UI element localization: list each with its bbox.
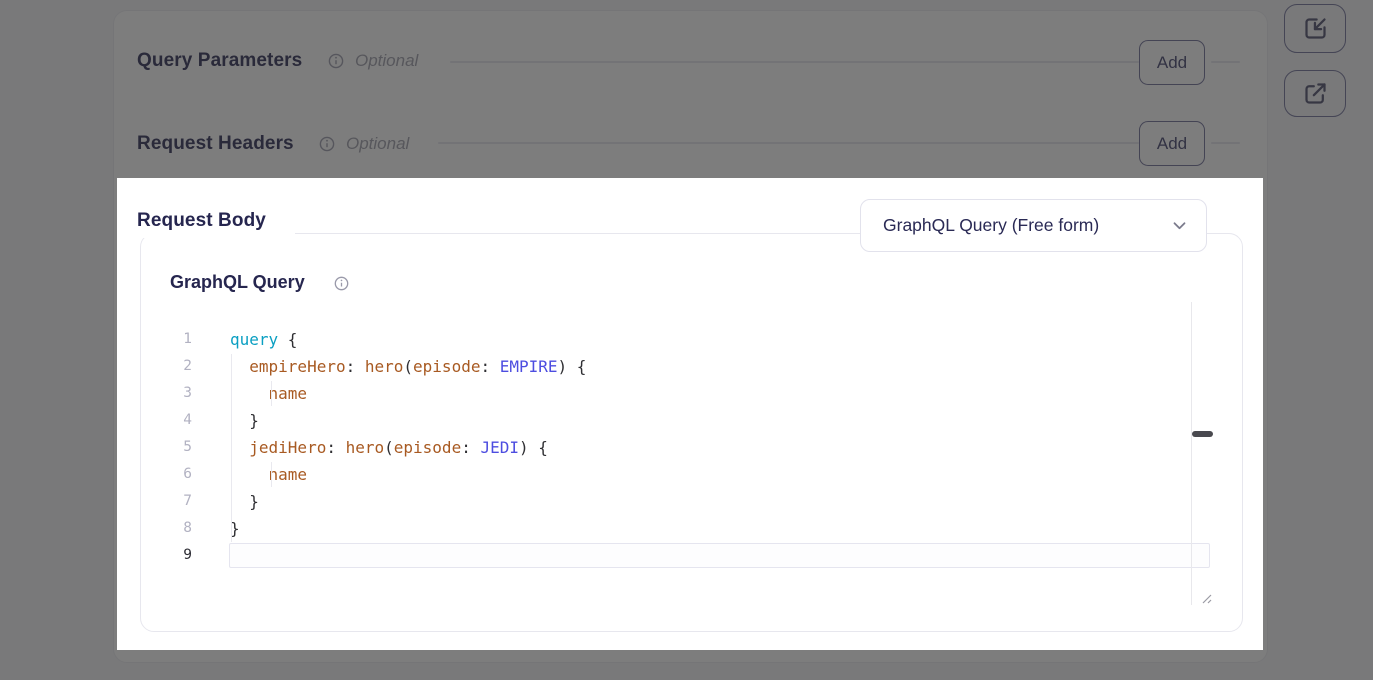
line-number: 7 bbox=[160, 488, 192, 515]
graphql-query-label: GraphQL Query bbox=[170, 271, 305, 293]
editor-scrollbar-thumb[interactable] bbox=[1192, 431, 1213, 437]
code-token-punctuation: ( bbox=[403, 357, 413, 376]
code-token-punctuation bbox=[230, 384, 269, 403]
body-type-select[interactable]: GraphQL Query (Free form) bbox=[860, 199, 1207, 252]
code-token-punctuation: { bbox=[278, 330, 297, 349]
indent-guide bbox=[231, 354, 232, 542]
page: Query Parameters Optional Add Request He… bbox=[0, 0, 1373, 680]
line-number: 6 bbox=[160, 461, 192, 488]
code-line[interactable]: name bbox=[230, 380, 586, 407]
query-parameters-label: Query Parameters bbox=[137, 49, 302, 73]
code-line[interactable]: empireHero: hero(episode: EMPIRE) { bbox=[230, 353, 586, 380]
request-body-legend: Request Body bbox=[129, 204, 295, 238]
code-token-field: empireHero bbox=[249, 357, 345, 376]
code-token-field: episode bbox=[394, 438, 461, 457]
info-icon[interactable] bbox=[328, 53, 344, 69]
request-headers-label: Request Headers bbox=[137, 132, 294, 156]
external-link-icon bbox=[1302, 80, 1329, 107]
code-line[interactable]: name bbox=[230, 461, 586, 488]
code-line[interactable]: jediHero: hero(episode: JEDI) { bbox=[230, 434, 586, 461]
divider bbox=[438, 142, 1139, 144]
divider bbox=[1211, 61, 1240, 63]
code-line[interactable]: query { bbox=[230, 326, 586, 353]
code-token-keyword: query bbox=[230, 330, 278, 349]
code-token-field: hero bbox=[346, 438, 385, 457]
line-number: 9 bbox=[160, 542, 192, 569]
info-icon[interactable] bbox=[334, 276, 349, 291]
info-icon[interactable] bbox=[319, 136, 335, 152]
code-token-punctuation: } bbox=[230, 411, 259, 430]
line-number: 4 bbox=[160, 407, 192, 434]
code-line[interactable]: } bbox=[230, 407, 586, 434]
code-token-field: hero bbox=[365, 357, 404, 376]
code-token-punctuation: : bbox=[480, 357, 499, 376]
chevron-down-icon bbox=[1171, 217, 1188, 234]
add-button-label: Add bbox=[1157, 134, 1187, 154]
line-number: 1 bbox=[160, 326, 192, 353]
code-line[interactable]: } bbox=[230, 515, 586, 542]
line-number: 5 bbox=[160, 434, 192, 461]
request-body-label: Request Body bbox=[137, 209, 266, 233]
collapse-icon bbox=[1302, 15, 1329, 42]
indent-guide bbox=[271, 462, 272, 487]
code-token-punctuation bbox=[230, 438, 249, 457]
line-number: 3 bbox=[160, 380, 192, 407]
indent-guide bbox=[271, 381, 272, 406]
code-line[interactable] bbox=[230, 542, 586, 569]
add-button-label: Add bbox=[1157, 53, 1187, 73]
editor-gutter: 123456789 bbox=[160, 326, 192, 569]
code-token-punctuation: } bbox=[230, 492, 259, 511]
add-request-header-button[interactable]: Add bbox=[1139, 121, 1205, 166]
optional-badge: Optional bbox=[355, 50, 418, 72]
code-token-enum_value: EMPIRE bbox=[500, 357, 558, 376]
code-token-punctuation: ) { bbox=[558, 357, 587, 376]
open-external-button[interactable] bbox=[1284, 70, 1346, 117]
code-token-field: jediHero bbox=[249, 438, 326, 457]
code-token-field: name bbox=[269, 465, 308, 484]
code-token-field: name bbox=[269, 384, 308, 403]
code-token-punctuation: : bbox=[461, 438, 480, 457]
code-token-punctuation: ( bbox=[384, 438, 394, 457]
resize-grip-icon[interactable] bbox=[1198, 590, 1212, 604]
code-token-punctuation: : bbox=[326, 438, 345, 457]
code-token-punctuation: : bbox=[346, 357, 365, 376]
divider bbox=[1211, 142, 1240, 144]
code-token-punctuation bbox=[230, 465, 269, 484]
line-number: 8 bbox=[160, 515, 192, 542]
code-token-enum_value: JEDI bbox=[480, 438, 519, 457]
code-line[interactable]: } bbox=[230, 488, 586, 515]
editor-right-border bbox=[1191, 302, 1192, 605]
divider bbox=[450, 61, 1139, 63]
collapse-editor-button[interactable] bbox=[1284, 4, 1346, 53]
body-type-select-value: GraphQL Query (Free form) bbox=[883, 215, 1099, 236]
code-token-punctuation: ) { bbox=[519, 438, 548, 457]
code-token-field: episode bbox=[413, 357, 480, 376]
add-query-parameter-button[interactable]: Add bbox=[1139, 40, 1205, 85]
line-number: 2 bbox=[160, 353, 192, 380]
code-token-punctuation bbox=[230, 357, 249, 376]
optional-badge: Optional bbox=[346, 133, 409, 155]
editor-lines: query { empireHero: hero(episode: EMPIRE… bbox=[230, 326, 586, 569]
